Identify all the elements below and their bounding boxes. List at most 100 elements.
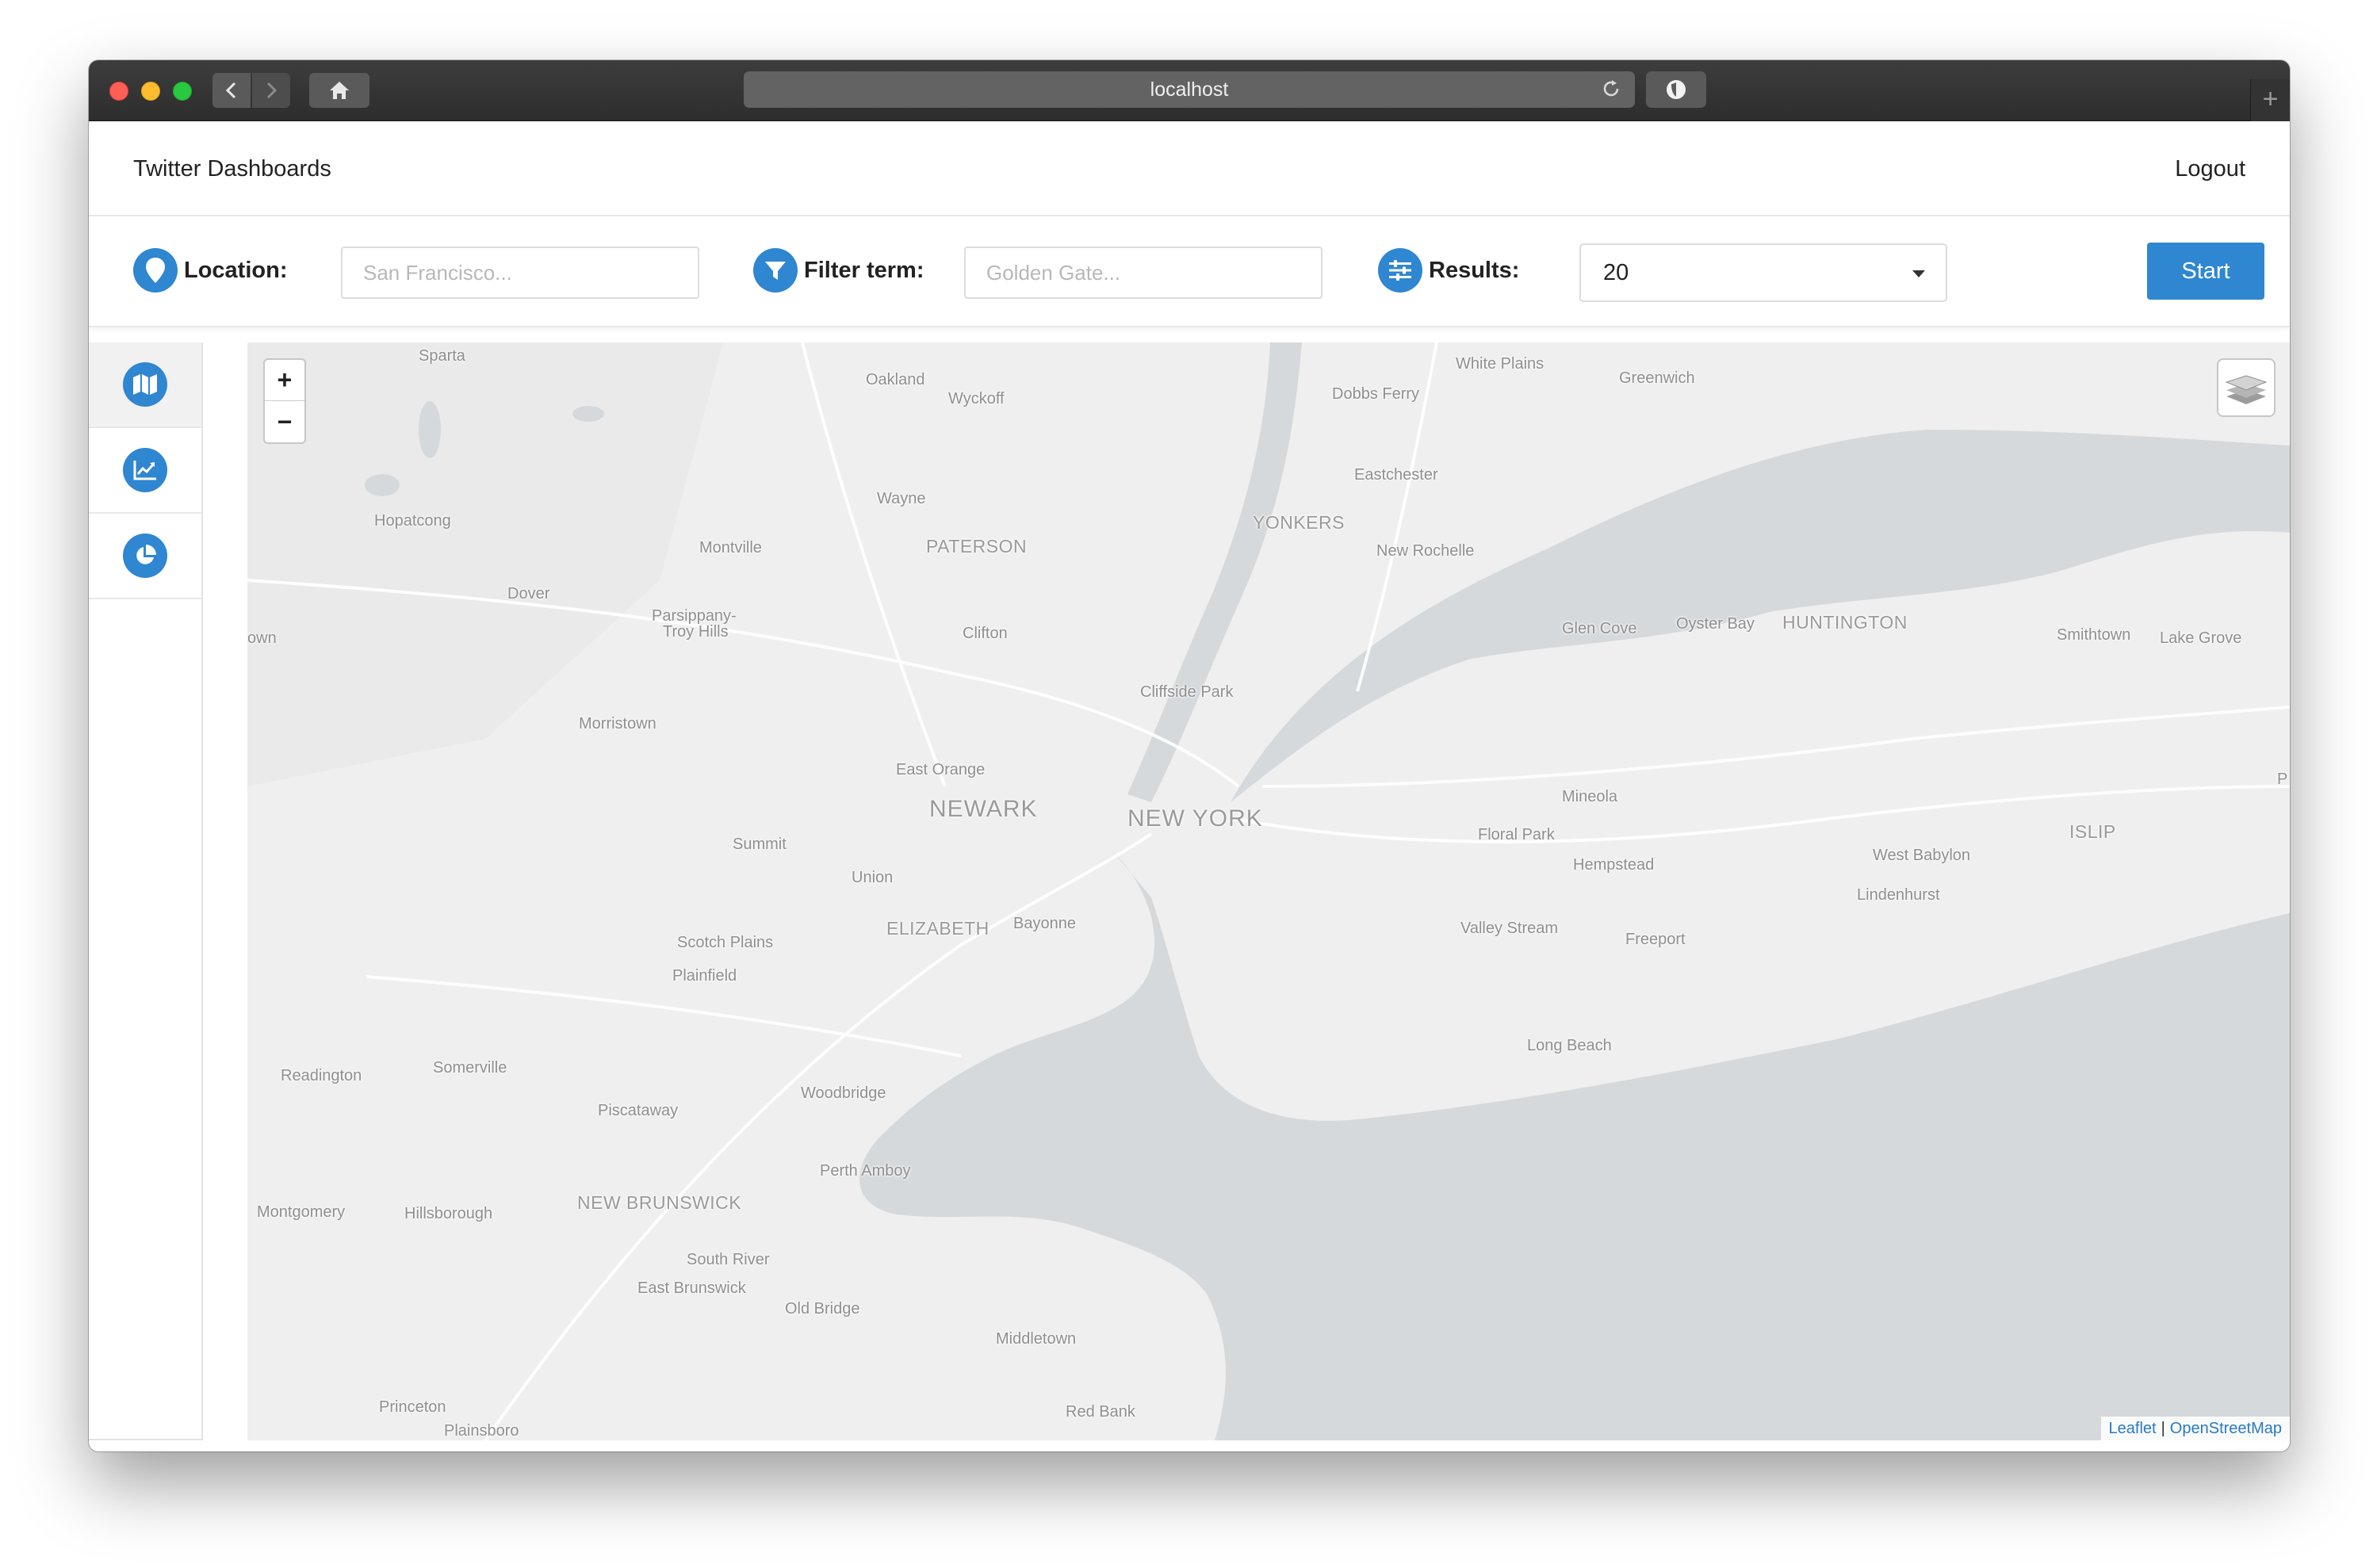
results-group: Results: — [1378, 245, 1519, 296]
browser-window: localhost + Twitter Dashboards Logout Lo… — [89, 60, 2290, 1451]
map-label: Dover — [507, 585, 550, 602]
map-tiles — [247, 342, 2290, 1440]
map-label: Oakland — [866, 371, 925, 388]
map-label: Scotch Plains — [677, 934, 774, 951]
forward-button[interactable] — [252, 73, 290, 108]
location-input[interactable] — [341, 247, 699, 299]
new-tab-button[interactable]: + — [2250, 79, 2290, 121]
shield-icon — [1667, 80, 1686, 99]
map-label: Montgomery — [257, 1203, 346, 1221]
map-label: Wayne — [877, 490, 926, 507]
layers-control-button[interactable] — [2217, 358, 2276, 417]
minimize-window-button[interactable] — [141, 82, 160, 101]
zoom-in-button[interactable]: + — [265, 360, 304, 401]
filter-term-label: Filter term: — [804, 257, 924, 283]
map-label: Eastchester — [1354, 466, 1438, 484]
address-bar[interactable]: localhost — [744, 71, 1635, 108]
map-icon — [123, 362, 167, 407]
sidebar-item-map[interactable] — [89, 342, 201, 428]
filter-icon — [753, 248, 798, 293]
map-label: P — [2277, 771, 2288, 788]
map-label: Wyckoff — [948, 390, 1005, 407]
back-button[interactable] — [212, 73, 251, 108]
map-label: Bayonne — [1013, 915, 1076, 932]
map-label: Hempstead — [1573, 856, 1655, 874]
filter-term-group: Filter term: — [753, 245, 924, 296]
map-label: NEW BRUNSWICK — [577, 1192, 742, 1213]
map-label: PATERSON — [926, 536, 1028, 556]
map-label: Smithtown — [2057, 626, 2131, 644]
caret-down-icon — [1912, 270, 1925, 277]
chevron-left-icon — [225, 82, 236, 99]
map-label: Piscataway — [598, 1102, 679, 1119]
map-view[interactable]: Sparta Oakland Wyckoff White Plains Gree… — [247, 342, 2290, 1440]
map-label: Somerville — [433, 1059, 507, 1077]
results-selected-value: 20 — [1603, 259, 1629, 285]
sidebar — [89, 342, 203, 1440]
home-icon — [330, 82, 349, 99]
map-label: NEWARK — [929, 796, 1038, 822]
logout-link[interactable]: Logout — [2175, 156, 2245, 182]
map-label: Glen Cove — [1562, 620, 1637, 637]
home-button[interactable] — [309, 73, 369, 108]
map-label: Plainfield — [672, 967, 737, 985]
line-chart-icon — [123, 448, 167, 492]
map-label: own — [247, 629, 277, 647]
location-group: Location: — [133, 245, 288, 296]
zoom-control: + − — [263, 358, 306, 444]
reload-icon[interactable] — [1600, 78, 1622, 100]
map-label: Morristown — [579, 715, 656, 732]
url-text: localhost — [1150, 78, 1229, 101]
map-label: Sparta — [419, 347, 465, 365]
map-label: Freeport — [1625, 931, 1686, 948]
map-label: Clifton — [963, 625, 1008, 642]
zoom-out-button[interactable]: − — [265, 401, 304, 442]
map-label: Oyster Bay — [1676, 615, 1755, 633]
map-label: Cliffside Park — [1140, 683, 1234, 701]
map-label: Middletown — [996, 1330, 1077, 1348]
privacy-shield-button[interactable] — [1646, 71, 1706, 108]
map-label: Union — [852, 869, 894, 886]
map-label: HUNTINGTON — [1782, 612, 1908, 633]
map-label: East Orange — [896, 761, 986, 778]
results-label: Results: — [1429, 257, 1520, 283]
map-label: Old Bridge — [785, 1300, 860, 1318]
map-attribution: Leaflet | OpenStreetMap — [2100, 1417, 2290, 1440]
map-label: Troy Hills — [663, 623, 729, 641]
map-label: South River — [687, 1251, 770, 1268]
filter-bar: Location: Filter term: Results: 20 Start — [89, 216, 2290, 327]
close-window-button[interactable] — [109, 82, 128, 101]
map-label: Lindenhurst — [1857, 886, 1940, 904]
sliders-icon — [1378, 248, 1422, 293]
map-label: Plainsboro — [444, 1422, 519, 1440]
map-label: Long Beach — [1527, 1037, 1612, 1054]
brand-link[interactable]: Twitter Dashboards — [133, 156, 331, 182]
sidebar-item-line-chart[interactable] — [89, 428, 201, 514]
map-label: ELIZABETH — [886, 918, 989, 939]
map-label: ISLIP — [2069, 821, 2116, 842]
sidebar-item-pie-chart[interactable] — [89, 514, 201, 599]
map-label: Valley Stream — [1460, 920, 1559, 937]
start-button[interactable]: Start — [2147, 243, 2264, 300]
map-label: Summit — [733, 836, 787, 853]
layers-icon — [2225, 375, 2268, 404]
map-label: NEW YORK — [1127, 805, 1263, 832]
zoom-window-button[interactable] — [173, 82, 192, 101]
map-label: Princeton — [379, 1398, 446, 1416]
map-label: Woodbridge — [801, 1084, 886, 1102]
map-label: West Babylon — [1873, 847, 1971, 864]
map-label: Mineola — [1562, 788, 1618, 805]
map-label: East Brunswick — [637, 1279, 746, 1297]
map-label: Greenwich — [1619, 369, 1695, 387]
chevron-right-icon — [266, 82, 278, 99]
attribution-separator: | — [2161, 1419, 2165, 1437]
map-label: YONKERS — [1253, 512, 1345, 533]
map-label: New Rochelle — [1376, 542, 1475, 560]
leaflet-link[interactable]: Leaflet — [2109, 1420, 2157, 1438]
filter-term-input[interactable] — [964, 247, 1322, 299]
results-select[interactable]: 20 — [1579, 243, 1947, 302]
map-label: White Plains — [1456, 355, 1544, 373]
map-label: Red Bank — [1066, 1403, 1135, 1421]
map-label: Lake Grove — [2160, 629, 2242, 647]
openstreetmap-link[interactable]: OpenStreetMap — [2170, 1420, 2282, 1438]
